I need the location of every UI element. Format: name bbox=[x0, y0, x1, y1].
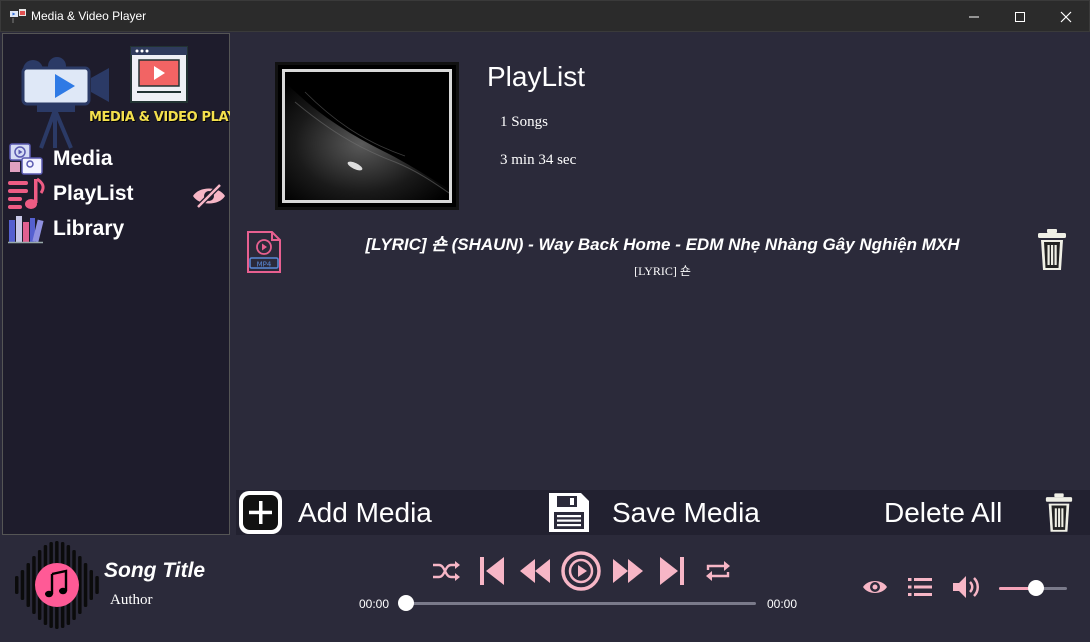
playlist-button[interactable] bbox=[905, 572, 935, 602]
trash-icon[interactable] bbox=[1044, 491, 1074, 535]
volume-button[interactable] bbox=[950, 572, 982, 602]
library-icon bbox=[6, 211, 46, 247]
track-artist: [LYRIC] 숀 bbox=[634, 264, 691, 278]
skip-previous-icon bbox=[480, 557, 504, 585]
sidebar-item-label: Library bbox=[53, 217, 125, 240]
song-title: Song Title bbox=[104, 559, 206, 582]
play-button[interactable] bbox=[561, 550, 601, 592]
shuffle-button[interactable] bbox=[430, 552, 462, 590]
total-time: 00:00 bbox=[767, 597, 798, 611]
play-circle-icon bbox=[561, 551, 601, 591]
maximize-icon bbox=[1015, 12, 1025, 22]
maximize-button[interactable] bbox=[997, 1, 1043, 33]
save-media-button[interactable]: Save Media bbox=[546, 490, 760, 535]
app-icon bbox=[10, 9, 26, 23]
player-bar: Song Title Author 00:00 00:00 bbox=[0, 536, 1090, 642]
main-content: PlayList 1 Songs 3 min 34 sec MP4 [LYRIC… bbox=[230, 33, 1090, 535]
close-button[interactable] bbox=[1043, 1, 1089, 33]
current-time: 00:00 bbox=[359, 597, 390, 611]
add-media-button[interactable]: Add Media bbox=[238, 490, 432, 535]
shuffle-icon bbox=[433, 561, 460, 581]
close-icon bbox=[1060, 11, 1072, 23]
sidebar-item-label: Media bbox=[53, 147, 113, 170]
song-author: Author bbox=[110, 592, 153, 608]
fast-forward-button[interactable] bbox=[611, 552, 645, 590]
sidebar-item-label: PlayList bbox=[53, 182, 134, 205]
save-media-label: Save Media bbox=[612, 496, 760, 528]
list-icon bbox=[908, 578, 932, 596]
title-bar: Media & Video Player bbox=[0, 0, 1090, 32]
list-item[interactable]: MP4 [LYRIC] 숀 (SHAUN) - Way Back Home - … bbox=[240, 226, 1085, 278]
repeat-icon bbox=[706, 561, 730, 581]
eye-icon bbox=[863, 581, 887, 593]
eye-off-icon[interactable] bbox=[191, 182, 227, 210]
music-disc-icon bbox=[15, 541, 99, 629]
sidebar-item-library[interactable]: Library bbox=[6, 211, 226, 247]
track-title: [LYRIC] 숀 (SHAUN) - Way Back Home - EDM … bbox=[365, 235, 960, 254]
delete-all-button[interactable]: Delete All bbox=[884, 490, 1002, 535]
volume-handle[interactable] bbox=[1028, 580, 1045, 596]
sidebar-item-media[interactable]: Media bbox=[6, 141, 226, 177]
sidebar: MEDIA & VIDEO PLAYER Media PlayList Libr… bbox=[2, 33, 254, 535]
fast-forward-icon bbox=[613, 559, 643, 583]
app-logo bbox=[21, 46, 188, 149]
playlist-cover bbox=[275, 62, 459, 210]
playlist-title: PlayList bbox=[487, 61, 586, 92]
playlist-duration: 3 min 34 sec bbox=[500, 152, 577, 168]
next-button[interactable] bbox=[656, 552, 688, 590]
seek-handle[interactable] bbox=[398, 595, 414, 611]
playlist-icon bbox=[6, 176, 46, 212]
eye-button[interactable] bbox=[860, 572, 890, 602]
repeat-button[interactable] bbox=[703, 552, 733, 590]
previous-button[interactable] bbox=[476, 552, 508, 590]
save-icon bbox=[549, 493, 589, 532]
minimize-icon bbox=[969, 16, 979, 18]
plus-icon bbox=[239, 491, 282, 534]
media-icon bbox=[6, 141, 46, 177]
seek-bar[interactable] bbox=[406, 602, 756, 605]
add-media-label: Add Media bbox=[298, 496, 432, 528]
trash-icon[interactable] bbox=[1036, 228, 1068, 272]
delete-all-label: Delete All bbox=[884, 496, 1003, 528]
song-count: 1 Songs bbox=[500, 114, 548, 130]
minimize-button[interactable] bbox=[951, 1, 997, 33]
skip-next-icon bbox=[660, 557, 684, 585]
cover-image bbox=[285, 72, 449, 200]
rewind-button[interactable] bbox=[518, 552, 552, 590]
window-title: Media & Video Player bbox=[31, 9, 147, 23]
volume-icon bbox=[953, 576, 979, 598]
rewind-icon bbox=[520, 559, 550, 583]
action-bar: Add Media Save Media Delete All bbox=[236, 490, 1090, 535]
